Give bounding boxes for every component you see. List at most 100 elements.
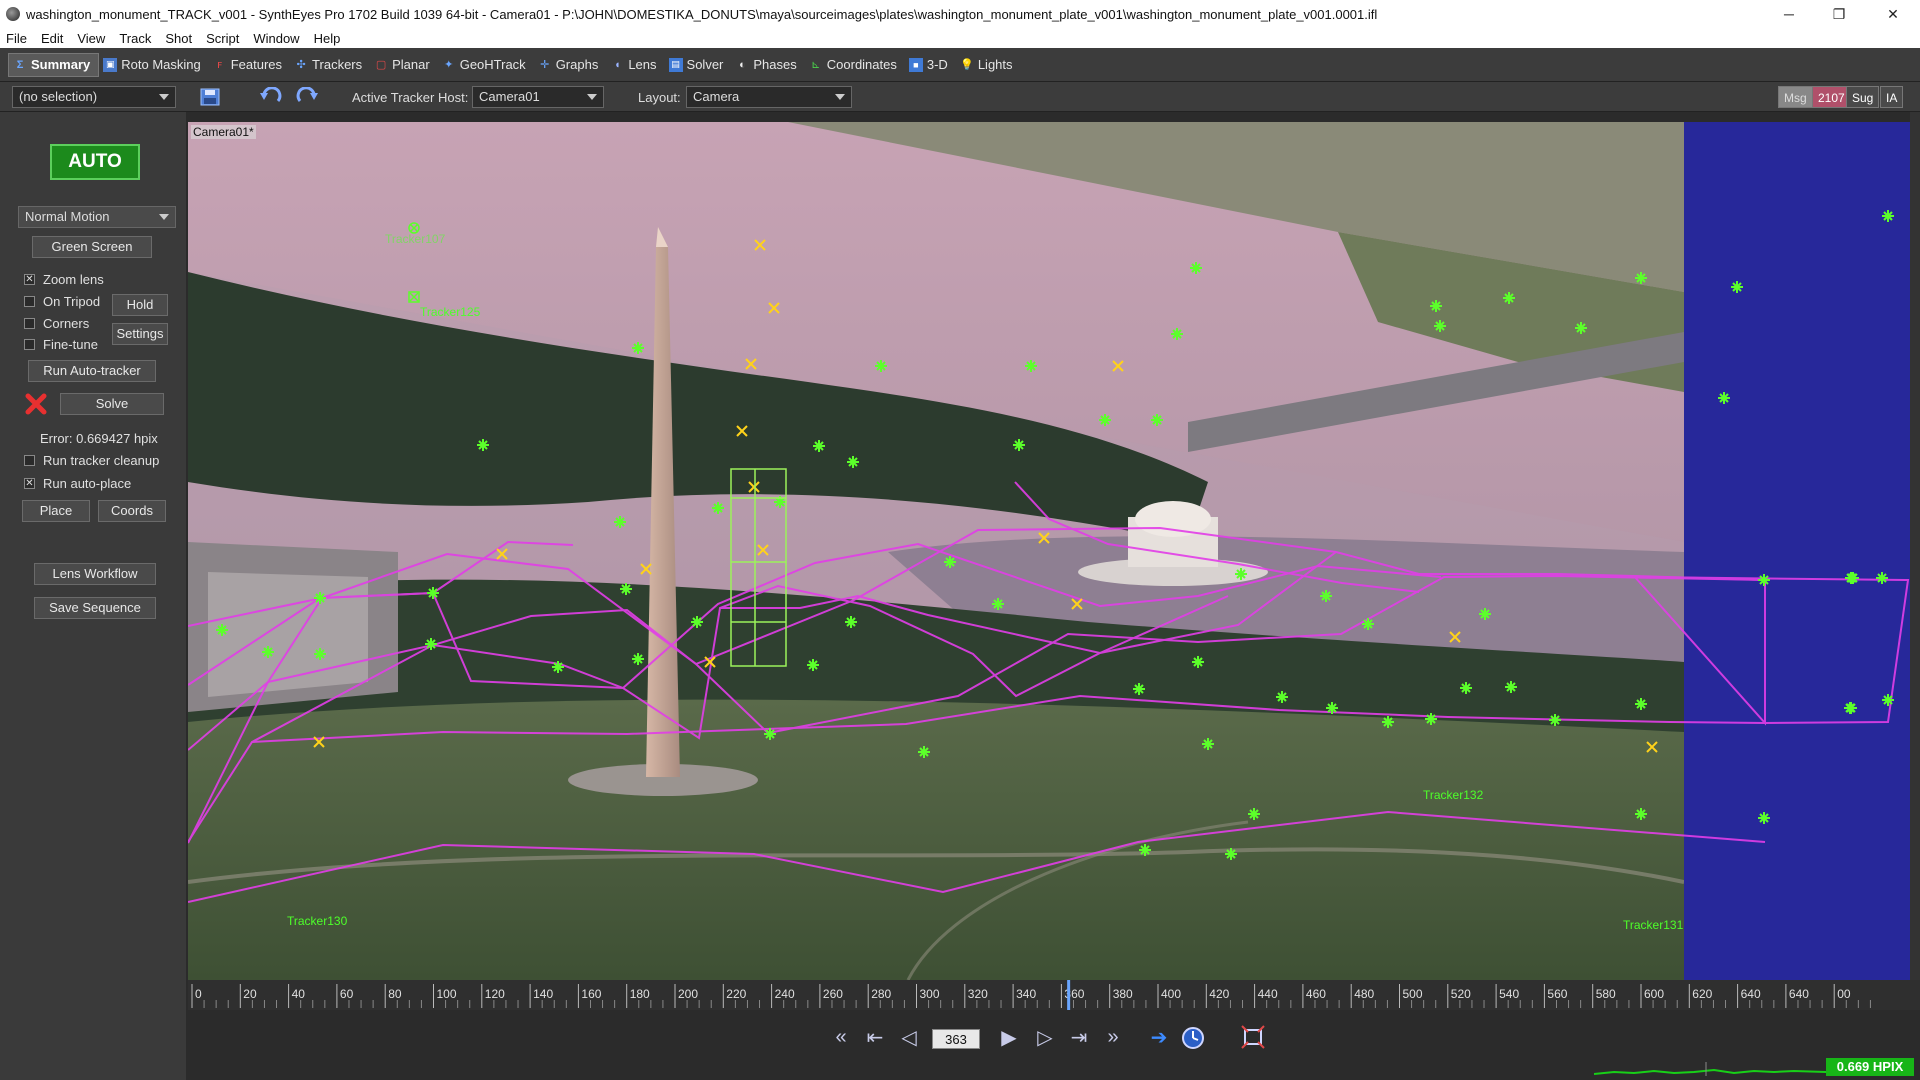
timeline-ruler[interactable]: 0 20 40 60 80 100 120 140 160 180 200 220 240 260 280 3… <box>188 980 1920 1010</box>
menu-bar: File Edit View Track Shot Script Window … <box>0 28 1920 48</box>
fine-tune-checkbox[interactable]: Fine-tune <box>24 337 98 352</box>
corners-checkbox[interactable]: Corners <box>24 316 89 331</box>
timeline-tick-label: 20 <box>243 987 257 1001</box>
run-auto-place-checkbox[interactable]: ✕ Run auto-place <box>24 476 131 491</box>
tracker-label-131: Tracker131 <box>1623 918 1684 932</box>
settings-button[interactable]: Settings <box>112 323 168 345</box>
timeline-tick-label: 160 <box>581 987 601 1001</box>
tracker-star <box>216 624 228 636</box>
tracker-star <box>1882 210 1894 222</box>
save-icon[interactable] <box>198 86 222 108</box>
tracker-x <box>1646 741 1658 753</box>
tab-geohtrack[interactable]: ✦ GeoHTrack <box>438 53 534 77</box>
tab-3d[interactable]: ■ 3-D <box>905 53 956 77</box>
tab-phases[interactable]: ◐ Phases <box>731 53 804 77</box>
tracker-star <box>1235 568 1247 580</box>
monument-tracker-box <box>730 468 787 667</box>
fit-view-icon[interactable] <box>1240 1024 1266 1050</box>
restore-button[interactable]: ❐ <box>1816 0 1862 28</box>
tab-lights[interactable]: 💡 Lights <box>956 53 1021 77</box>
timeline-tick-label: 420 <box>1209 987 1229 1001</box>
tab-trackers[interactable]: ✣ Trackers <box>290 53 370 77</box>
run-auto-tracker-button[interactable]: Run Auto-tracker <box>28 360 156 382</box>
auto-button[interactable]: AUTO <box>50 144 140 180</box>
tracker-star <box>1731 281 1743 293</box>
tracker-star <box>1025 360 1037 372</box>
on-tripod-checkbox[interactable]: On Tripod <box>24 294 100 309</box>
previous-frame-icon[interactable]: ◁ <box>896 1024 922 1050</box>
summary-icon: Σ <box>16 58 24 71</box>
layout-label: Layout: <box>638 90 681 105</box>
tracker-star <box>620 583 632 595</box>
menu-view[interactable]: View <box>77 31 105 46</box>
tracker-x <box>496 548 508 560</box>
tab-planar[interactable]: ▢ Planar <box>370 53 438 77</box>
tab-roto-masking[interactable]: ▣ Roto Masking <box>99 53 208 77</box>
tab-solver[interactable]: ▤ Solver <box>665 53 732 77</box>
timeline-tick-label: 600 <box>1644 987 1664 1001</box>
tab-coordinates[interactable]: ⊾ Coordinates <box>805 53 905 77</box>
timeline-tick-label: 00 <box>1837 987 1851 1001</box>
layout-dropdown[interactable]: Camera <box>686 86 852 108</box>
fast-forward-icon[interactable]: » <box>1100 1024 1126 1050</box>
message-count-badge[interactable]: 2107 <box>1812 86 1851 108</box>
active-tracker-host-dropdown[interactable]: Camera01 <box>472 86 604 108</box>
go-to-end-icon[interactable]: ⇥ <box>1066 1024 1092 1050</box>
lens-workflow-button[interactable]: Lens Workflow <box>34 563 156 585</box>
timeline-tick-label: 80 <box>388 987 402 1001</box>
tracker-star <box>262 646 274 658</box>
motion-dropdown[interactable]: Normal Motion <box>18 206 176 228</box>
tracker-star <box>1479 608 1491 620</box>
solve-button[interactable]: Solve <box>60 393 164 415</box>
tracker-star <box>1503 292 1515 304</box>
coords-button[interactable]: Coords <box>98 500 166 522</box>
close-button[interactable]: ✕ <box>1870 0 1916 28</box>
timeline-tick-label: 560 <box>1547 987 1567 1001</box>
minimize-button[interactable]: ─ <box>1766 0 1812 28</box>
menu-track[interactable]: Track <box>119 31 151 46</box>
selection-dropdown[interactable]: (no selection) <box>12 86 176 108</box>
save-sequence-button[interactable]: Save Sequence <box>34 597 156 619</box>
summary-panel: AUTO Normal Motion Green Screen ✕ Zoom le… <box>0 112 186 1080</box>
msg-badge[interactable]: Msg <box>1778 86 1813 108</box>
zoom-lens-check-icon: ✕ <box>24 274 35 285</box>
timeline-tick-label: 520 <box>1451 987 1471 1001</box>
tab-features[interactable]: ꜰ Features <box>209 53 290 77</box>
menu-help[interactable]: Help <box>314 31 341 46</box>
tab-summary[interactable]: Σ Summary <box>8 52 100 77</box>
solve-error-text: Error: 0.669427 hpix <box>40 431 158 446</box>
tab-graphs[interactable]: ✛ Graphs <box>534 53 607 77</box>
current-frame-field[interactable]: 363 <box>932 1029 980 1049</box>
next-frame-icon[interactable]: ▷ <box>1032 1024 1058 1050</box>
menu-shot[interactable]: Shot <box>165 31 192 46</box>
zoom-lens-checkbox[interactable]: ✕ Zoom lens <box>24 272 104 287</box>
redo-icon[interactable] <box>296 86 320 108</box>
hold-button[interactable]: Hold <box>112 294 168 316</box>
timer-icon[interactable] <box>1180 1024 1206 1050</box>
rewind-icon[interactable]: « <box>828 1024 854 1050</box>
place-button[interactable]: Place <box>22 500 90 522</box>
menu-script[interactable]: Script <box>206 31 239 46</box>
timeline-tick-label: 260 <box>823 987 843 1001</box>
menu-edit[interactable]: Edit <box>41 31 63 46</box>
green-screen-button[interactable]: Green Screen <box>32 236 152 258</box>
menu-window[interactable]: Window <box>253 31 299 46</box>
tracker-star <box>1013 439 1025 451</box>
timeline-tick-label: 500 <box>1403 987 1423 1001</box>
run-tracker-cleanup-checkbox[interactable]: Run tracker cleanup <box>24 453 159 468</box>
tab-lens[interactable]: ◖ Lens <box>606 53 664 77</box>
title-bar: washington_monument_TRACK_v001 - SynthEy… <box>0 0 1920 28</box>
tracker-star <box>1248 808 1260 820</box>
tracker-star <box>813 440 825 452</box>
playback-direction-icon[interactable]: ➔ <box>1146 1024 1172 1050</box>
undo-icon[interactable] <box>258 86 282 108</box>
tracker-star <box>1133 683 1145 695</box>
timeline-tick-label: 640 <box>1741 987 1761 1001</box>
sug-badge[interactable]: Sug <box>1846 86 1880 108</box>
go-to-start-icon[interactable]: ⇤ <box>862 1024 888 1050</box>
tracker-star <box>1549 714 1561 726</box>
ia-badge[interactable]: IA <box>1880 86 1904 108</box>
menu-file[interactable]: File <box>6 31 27 46</box>
play-icon[interactable]: ▶ <box>996 1024 1022 1050</box>
app-icon <box>6 7 20 21</box>
